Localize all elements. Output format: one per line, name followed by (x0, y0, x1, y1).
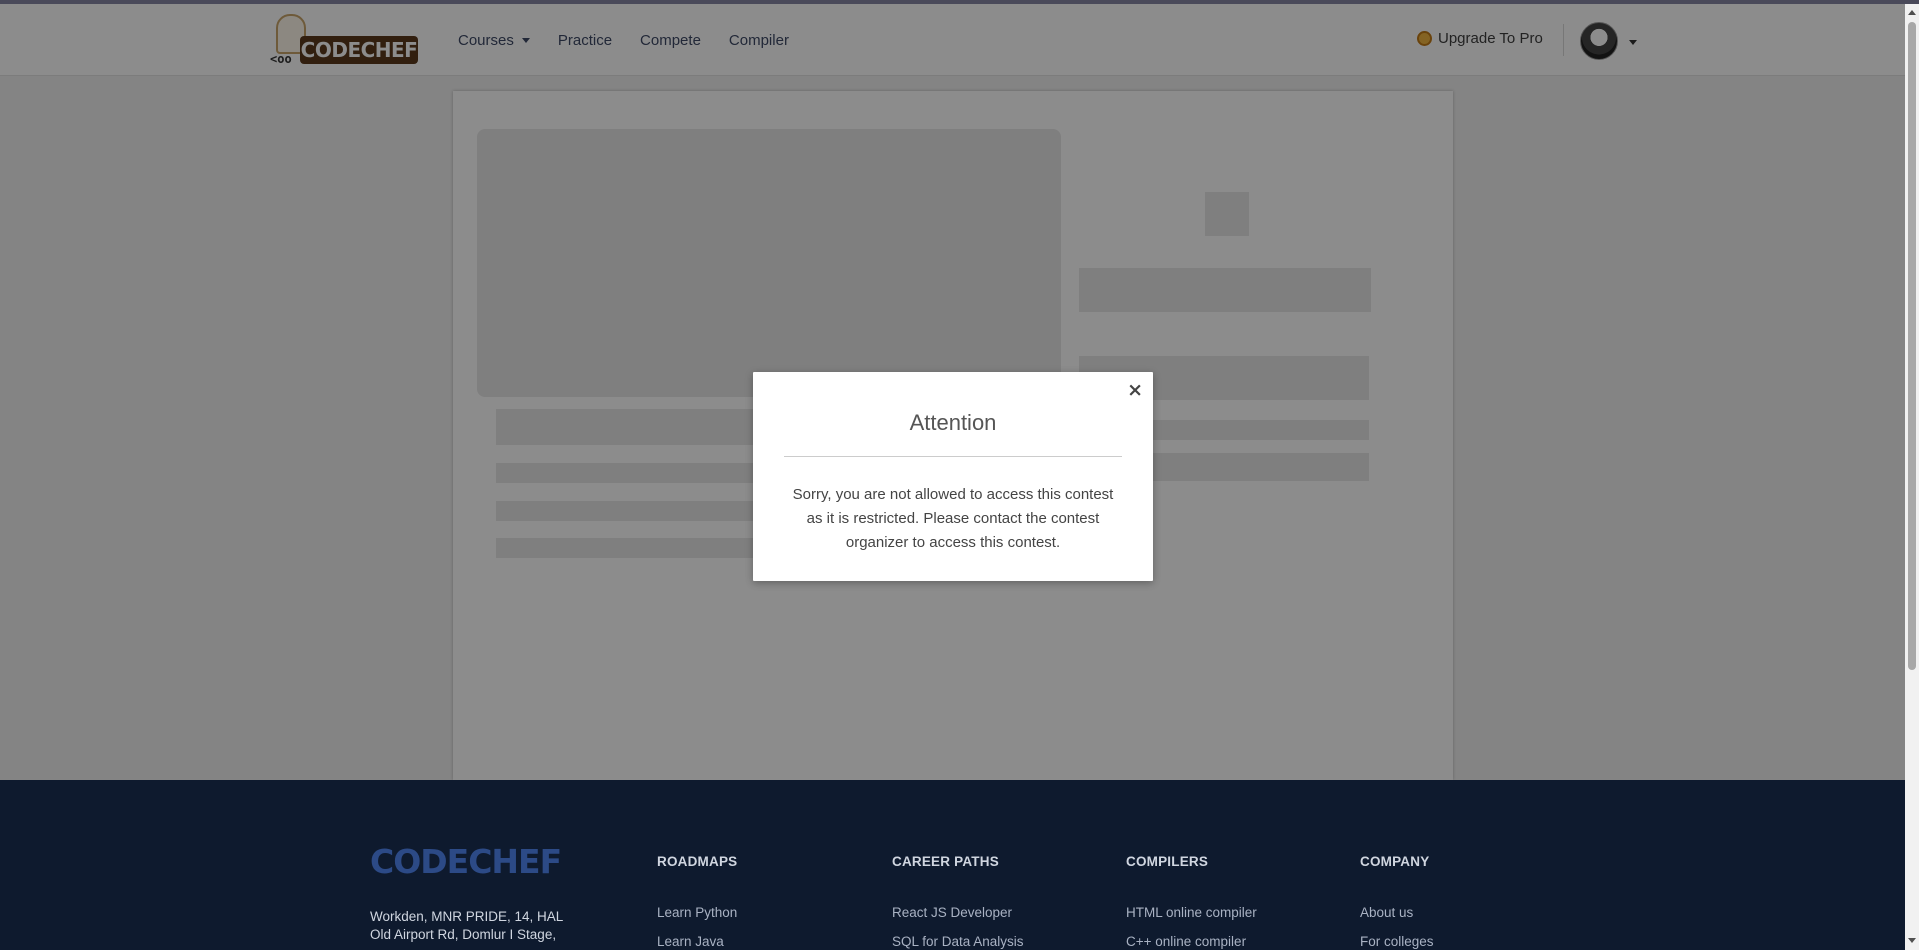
footer-link[interactable]: Learn Python (657, 905, 737, 920)
footer-link[interactable]: Learn Java (657, 934, 737, 949)
footer-link[interactable]: For colleges (1360, 934, 1434, 949)
footer-logo[interactable]: CODECHEF (370, 842, 562, 881)
footer-link[interactable]: React JS Developer (892, 905, 1024, 920)
footer-column-roadmaps: ROADMAPS Learn Python Learn Java (657, 854, 737, 949)
scroll-down-icon[interactable] (1908, 938, 1916, 943)
scrollbar-thumb[interactable] (1908, 22, 1916, 670)
close-icon[interactable]: × (1127, 380, 1143, 400)
footer-column-company: COMPANY About us For colleges (1360, 854, 1434, 949)
attention-modal: × Attention Sorry, you are not allowed t… (753, 372, 1153, 581)
footer-heading: CAREER PATHS (892, 854, 999, 869)
footer-heading: COMPILERS (1126, 854, 1209, 869)
footer-column-compilers: COMPILERS HTML online compiler C++ onlin… (1126, 854, 1257, 949)
footer-heading: ROADMAPS (657, 854, 738, 869)
footer-link[interactable]: SQL for Data Analysis (892, 934, 1024, 949)
modal-message: Sorry, you are not allowed to access thi… (792, 486, 1114, 551)
modal-title: Attention (909, 410, 997, 435)
scroll-up-icon[interactable] (1908, 10, 1916, 15)
footer-heading: COMPANY (1360, 854, 1430, 869)
footer-address: Workden, MNR PRIDE, 14, HAL Old Airport … (370, 909, 563, 942)
footer-link[interactable]: HTML online compiler (1126, 905, 1257, 920)
footer-column-career-paths: CAREER PATHS React JS Developer SQL for … (892, 854, 1024, 949)
footer-link[interactable]: About us (1360, 905, 1434, 920)
footer-link[interactable]: C++ online compiler (1126, 934, 1257, 949)
modal-divider (784, 456, 1122, 457)
site-footer: CODECHEF Workden, MNR PRIDE, 14, HAL Old… (0, 780, 1905, 950)
